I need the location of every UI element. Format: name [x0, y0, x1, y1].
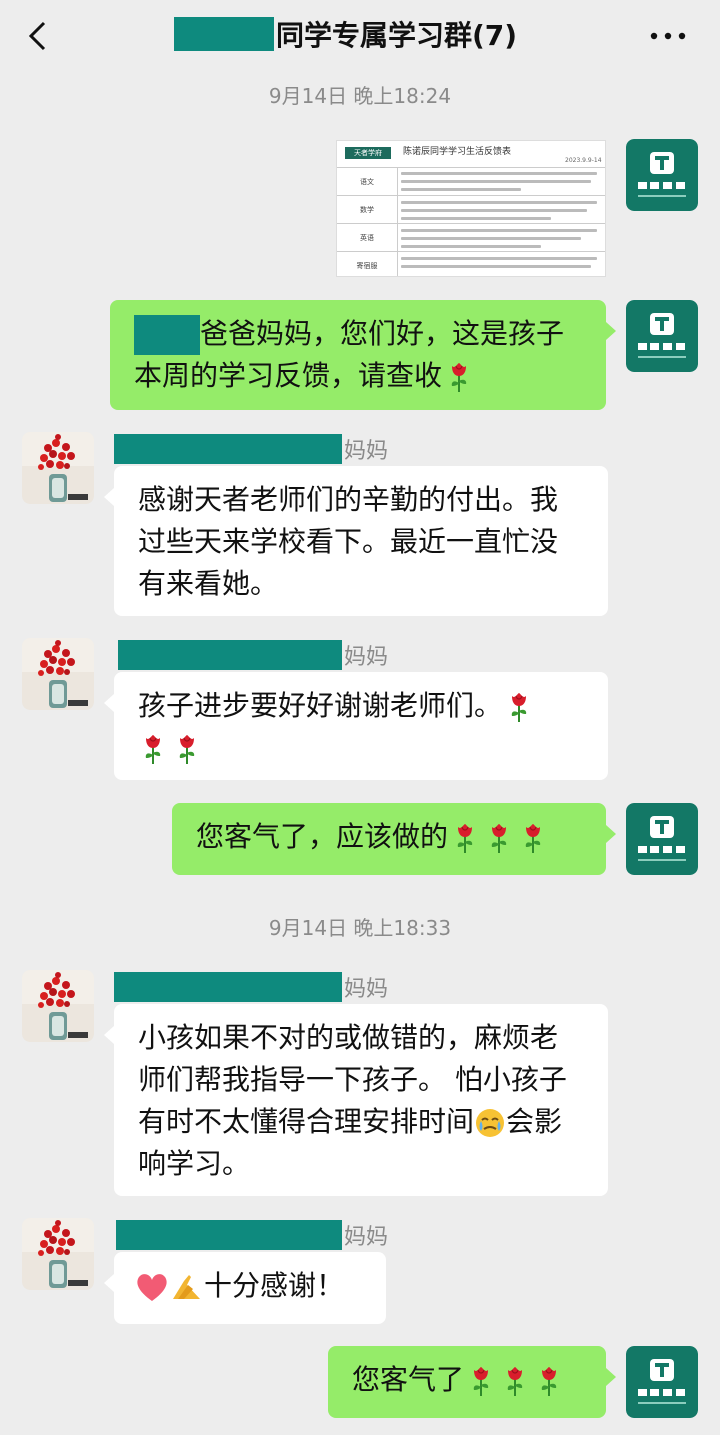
redacted-name — [118, 640, 342, 670]
top-bar: 同学专属学习群(7) — [0, 0, 720, 72]
message-text: 感谢天者老师们的辛勤的付出。我过些天来学校看下。最近一直忙没有来看她。 — [138, 483, 559, 600]
crying-face-emoji-icon — [476, 1109, 505, 1137]
chat-title-text: 同学专属学习群(7) — [276, 19, 518, 52]
teacher-avatar[interactable] — [626, 139, 698, 211]
rose-emoji-icon — [176, 733, 198, 765]
redacted-name — [134, 315, 200, 355]
document-row-label: 寄宿服 — [356, 262, 378, 270]
message-text: 您客气了，应该做的 — [196, 820, 449, 853]
more-dots-icon[interactable] — [648, 28, 688, 44]
rose-emoji-icon — [448, 361, 470, 393]
document-row-label: 语文 — [360, 178, 374, 186]
rose-emoji-icon — [488, 822, 510, 854]
chat-title: 同学专属学习群(7) — [174, 14, 517, 54]
outgoing-message[interactable]: 您客气了 — [328, 1346, 616, 1418]
parent-avatar[interactable] — [22, 1218, 94, 1290]
message-text: 孩子进步要好好谢谢老师们。 — [138, 689, 503, 722]
document-title: 陈诺辰同学学习生活反馈表 — [403, 147, 512, 157]
incoming-message[interactable]: 十分感谢！ — [104, 1252, 386, 1324]
redacted-name — [174, 17, 274, 51]
sender-name: 妈妈 — [114, 972, 388, 1002]
rose-emoji-icon — [470, 1365, 492, 1397]
parent-avatar[interactable] — [22, 638, 94, 710]
message-text: 您客气了 — [352, 1363, 465, 1396]
incoming-message[interactable]: 孩子进步要好好谢谢老师们。 — [104, 672, 608, 780]
sender-name: 妈妈 — [116, 1220, 388, 1250]
redacted-name — [116, 1220, 342, 1250]
sender-name: 妈妈 — [118, 640, 388, 670]
parent-avatar[interactable] — [22, 432, 94, 504]
timestamp: 9月14日 晚上18:33 — [268, 916, 452, 940]
document-row-label: 数学 — [360, 206, 374, 214]
rose-emoji-icon — [522, 822, 544, 854]
chevron-left-icon[interactable] — [22, 18, 58, 54]
parent-avatar[interactable] — [22, 970, 94, 1042]
message-text: 十分感谢！ — [204, 1269, 345, 1302]
redacted-name — [114, 972, 342, 1002]
rose-emoji-icon — [504, 1365, 526, 1397]
heart-emoji-icon — [137, 1274, 167, 1301]
folded-hands-emoji-icon — [173, 1275, 200, 1299]
rose-emoji-icon — [454, 822, 476, 854]
document-logo: 天者学府 — [345, 147, 391, 159]
timestamp: 9月14日 晚上18:24 — [268, 84, 452, 108]
rose-emoji-icon — [538, 1365, 560, 1397]
sender-name: 妈妈 — [114, 434, 388, 464]
teacher-avatar[interactable] — [626, 803, 698, 875]
document-date: 2023.9.9-14 — [565, 157, 602, 164]
teacher-avatar[interactable] — [626, 1346, 698, 1418]
rose-emoji-icon — [142, 733, 164, 765]
feedback-document-image[interactable]: 天者学府 陈诺辰同学学习生活反馈表 2023.9.9-14 语文 数学 英语 寄… — [336, 140, 606, 277]
rose-emoji-icon — [508, 691, 530, 723]
teacher-avatar[interactable] — [626, 300, 698, 372]
incoming-message[interactable]: 感谢天者老师们的辛勤的付出。我过些天来学校看下。最近一直忙没有来看她。 — [104, 466, 608, 616]
document-row-label: 英语 — [360, 234, 374, 242]
redacted-name — [114, 434, 342, 464]
incoming-message[interactable]: 小孩如果不对的或做错的，麻烦老师们帮我指导一下孩子。 怕小孩子有时不太懂得合理安… — [104, 1004, 608, 1196]
outgoing-message[interactable]: 爸爸妈妈，您们好，这是孩子本周的学习反馈，请查收 — [110, 300, 616, 410]
outgoing-message[interactable]: 您客气了，应该做的 — [172, 803, 616, 875]
